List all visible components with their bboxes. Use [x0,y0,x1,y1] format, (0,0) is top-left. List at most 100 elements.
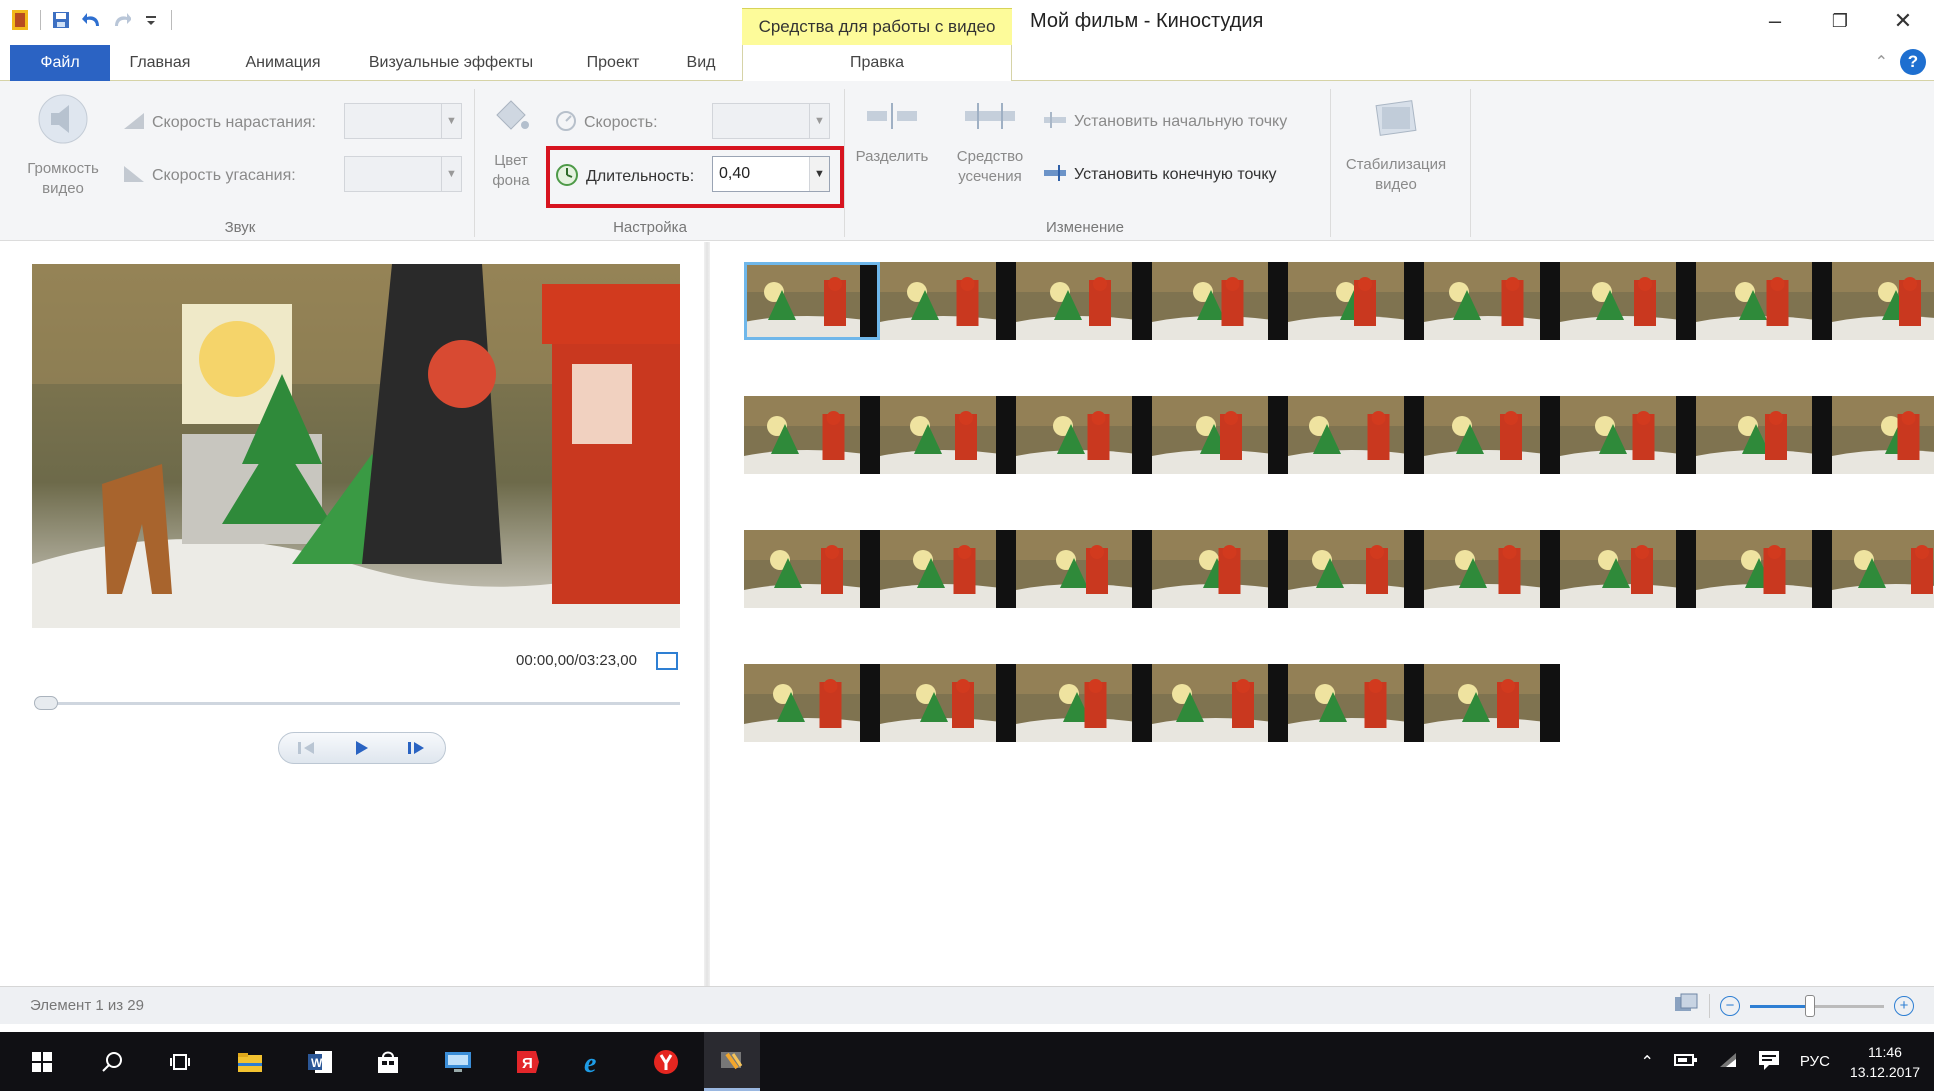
play-icon[interactable] [334,733,389,763]
video-clip-thumbnail[interactable] [1424,396,1560,474]
qat-separator [40,10,41,30]
video-clip-thumbnail[interactable] [1832,262,1934,340]
remote-desktop-icon[interactable] [430,1032,486,1091]
video-clip-thumbnail[interactable] [1288,262,1424,340]
video-clip-thumbnail[interactable] [1288,664,1424,742]
video-clip-thumbnail[interactable] [1288,396,1424,474]
playback-time: 00:00,00/03:23,00 [516,652,637,669]
undo-icon[interactable] [81,10,101,30]
zoom-in-button[interactable]: + [1894,996,1914,1016]
svg-text:e: e [584,1048,596,1076]
video-clip-thumbnail[interactable] [880,664,1016,742]
start-icon[interactable] [14,1032,70,1091]
video-preview[interactable] [32,264,680,628]
video-clip-thumbnail[interactable] [1832,530,1934,608]
speed-label: Скорость: [554,109,658,136]
seek-thumb[interactable] [34,696,58,710]
video-clip-thumbnail[interactable] [1696,530,1832,608]
customize-qat-icon[interactable] [141,10,161,30]
file-explorer-icon[interactable] [222,1032,278,1091]
video-clip-thumbnail[interactable] [880,530,1016,608]
movie-maker-taskbar-icon[interactable] [704,1032,760,1091]
store-icon[interactable] [360,1032,416,1091]
save-icon[interactable] [51,10,71,30]
tab-view[interactable]: Вид [676,45,726,81]
restore-button[interactable]: ❐ [1815,6,1865,36]
video-clip-thumbnail[interactable] [1696,396,1832,474]
video-clip-thumbnail[interactable] [1424,262,1560,340]
zoom-slider-thumb[interactable] [1805,994,1816,1017]
storyboard-row [744,262,1934,340]
svg-text:Я: Я [522,1055,533,1072]
video-clip-thumbnail[interactable] [1560,262,1696,340]
speed-dropdown[interactable]: ▼ [712,103,830,139]
video-clip-thumbnail[interactable] [1152,396,1288,474]
set-start-point-button[interactable]: Установить начальную точку [1042,109,1287,134]
video-clip-thumbnail[interactable] [1152,262,1288,340]
video-clip-thumbnail[interactable] [1560,396,1696,474]
video-clip-thumbnail[interactable] [1152,664,1288,742]
tab-edit[interactable]: Правка [742,45,1012,82]
video-clip-thumbnail[interactable] [1832,396,1934,474]
minimize-button[interactable]: – [1750,6,1800,36]
video-clip-thumbnail[interactable] [1424,664,1560,742]
video-clip-thumbnail[interactable] [1288,530,1424,608]
next-frame-icon[interactable] [390,733,445,763]
video-clip-thumbnail[interactable] [744,530,880,608]
word-icon[interactable]: W [292,1032,348,1091]
fade-out-dropdown[interactable]: ▼ [344,156,462,192]
split-button[interactable]: Разделить [846,95,938,167]
collapse-ribbon-icon[interactable]: ⌃ [1875,52,1888,72]
search-icon[interactable] [84,1032,140,1091]
video-tools-context-title: Средства для работы с видео [742,8,1012,45]
video-clip-thumbnail[interactable] [744,664,880,742]
trim-tool-button[interactable]: Средство усечения [944,95,1036,187]
task-view-icon[interactable] [152,1032,208,1091]
app-icon[interactable] [10,10,30,30]
tab-file[interactable]: Файл [10,45,110,81]
network-icon[interactable] [1718,1051,1738,1073]
video-clip-thumbnail[interactable] [1016,396,1152,474]
yandex-icon[interactable]: Я [500,1032,556,1091]
thumbnail-size-icon[interactable] [1673,993,1699,1019]
redo-icon[interactable] [111,10,131,30]
video-clip-thumbnail[interactable] [1424,530,1560,608]
notification-icon[interactable] [1758,1050,1780,1074]
tab-visual-effects[interactable]: Визуальные эффекты [356,45,546,81]
video-clip-thumbnail[interactable] [744,396,880,474]
close-button[interactable]: ✕ [1878,6,1928,36]
seek-bar[interactable] [36,702,680,705]
tab-animation[interactable]: Анимация [228,45,338,81]
video-clip-thumbnail[interactable] [1152,530,1288,608]
battery-icon[interactable] [1673,1053,1698,1071]
video-volume-button[interactable]: Громкость видео [18,91,108,199]
video-clip-thumbnail[interactable] [1016,664,1152,742]
video-clip-thumbnail[interactable] [1560,530,1696,608]
background-color-button[interactable]: Цвет фона [478,91,544,191]
set-end-point-button[interactable]: Установить конечную точку [1042,162,1277,187]
video-clip-thumbnail[interactable] [744,262,880,340]
previous-frame-icon[interactable] [279,733,334,763]
zoom-out-button[interactable]: − [1720,996,1740,1016]
zoom-slider[interactable] [1750,994,1884,1017]
fullscreen-icon[interactable] [656,652,678,670]
video-clip-thumbnail[interactable] [1696,262,1832,340]
tab-home[interactable]: Главная [120,45,200,81]
internet-explorer-icon[interactable]: e [568,1032,624,1091]
video-clip-thumbnail[interactable] [880,262,1016,340]
clock[interactable]: 11:46 13.12.2017 [1850,1042,1920,1082]
video-clip-thumbnail[interactable] [880,396,1016,474]
help-icon[interactable]: ? [1900,49,1926,75]
yandex-browser-icon[interactable] [638,1032,694,1091]
pane-splitter[interactable] [704,242,710,986]
speaker-icon [18,91,108,153]
fade-in-dropdown[interactable]: ▼ [344,103,462,139]
element-count: Элемент 1 из 29 [30,997,144,1014]
show-hidden-icons[interactable]: ⌃ [1640,1052,1653,1072]
background-color-label-1: Цвет [494,152,528,169]
video-clip-thumbnail[interactable] [1016,530,1152,608]
video-stabilization-button[interactable]: Стабилизация видео [1334,93,1458,195]
input-language[interactable]: РУС [1800,1053,1830,1070]
tab-project[interactable]: Проект [570,45,656,81]
video-clip-thumbnail[interactable] [1016,262,1152,340]
